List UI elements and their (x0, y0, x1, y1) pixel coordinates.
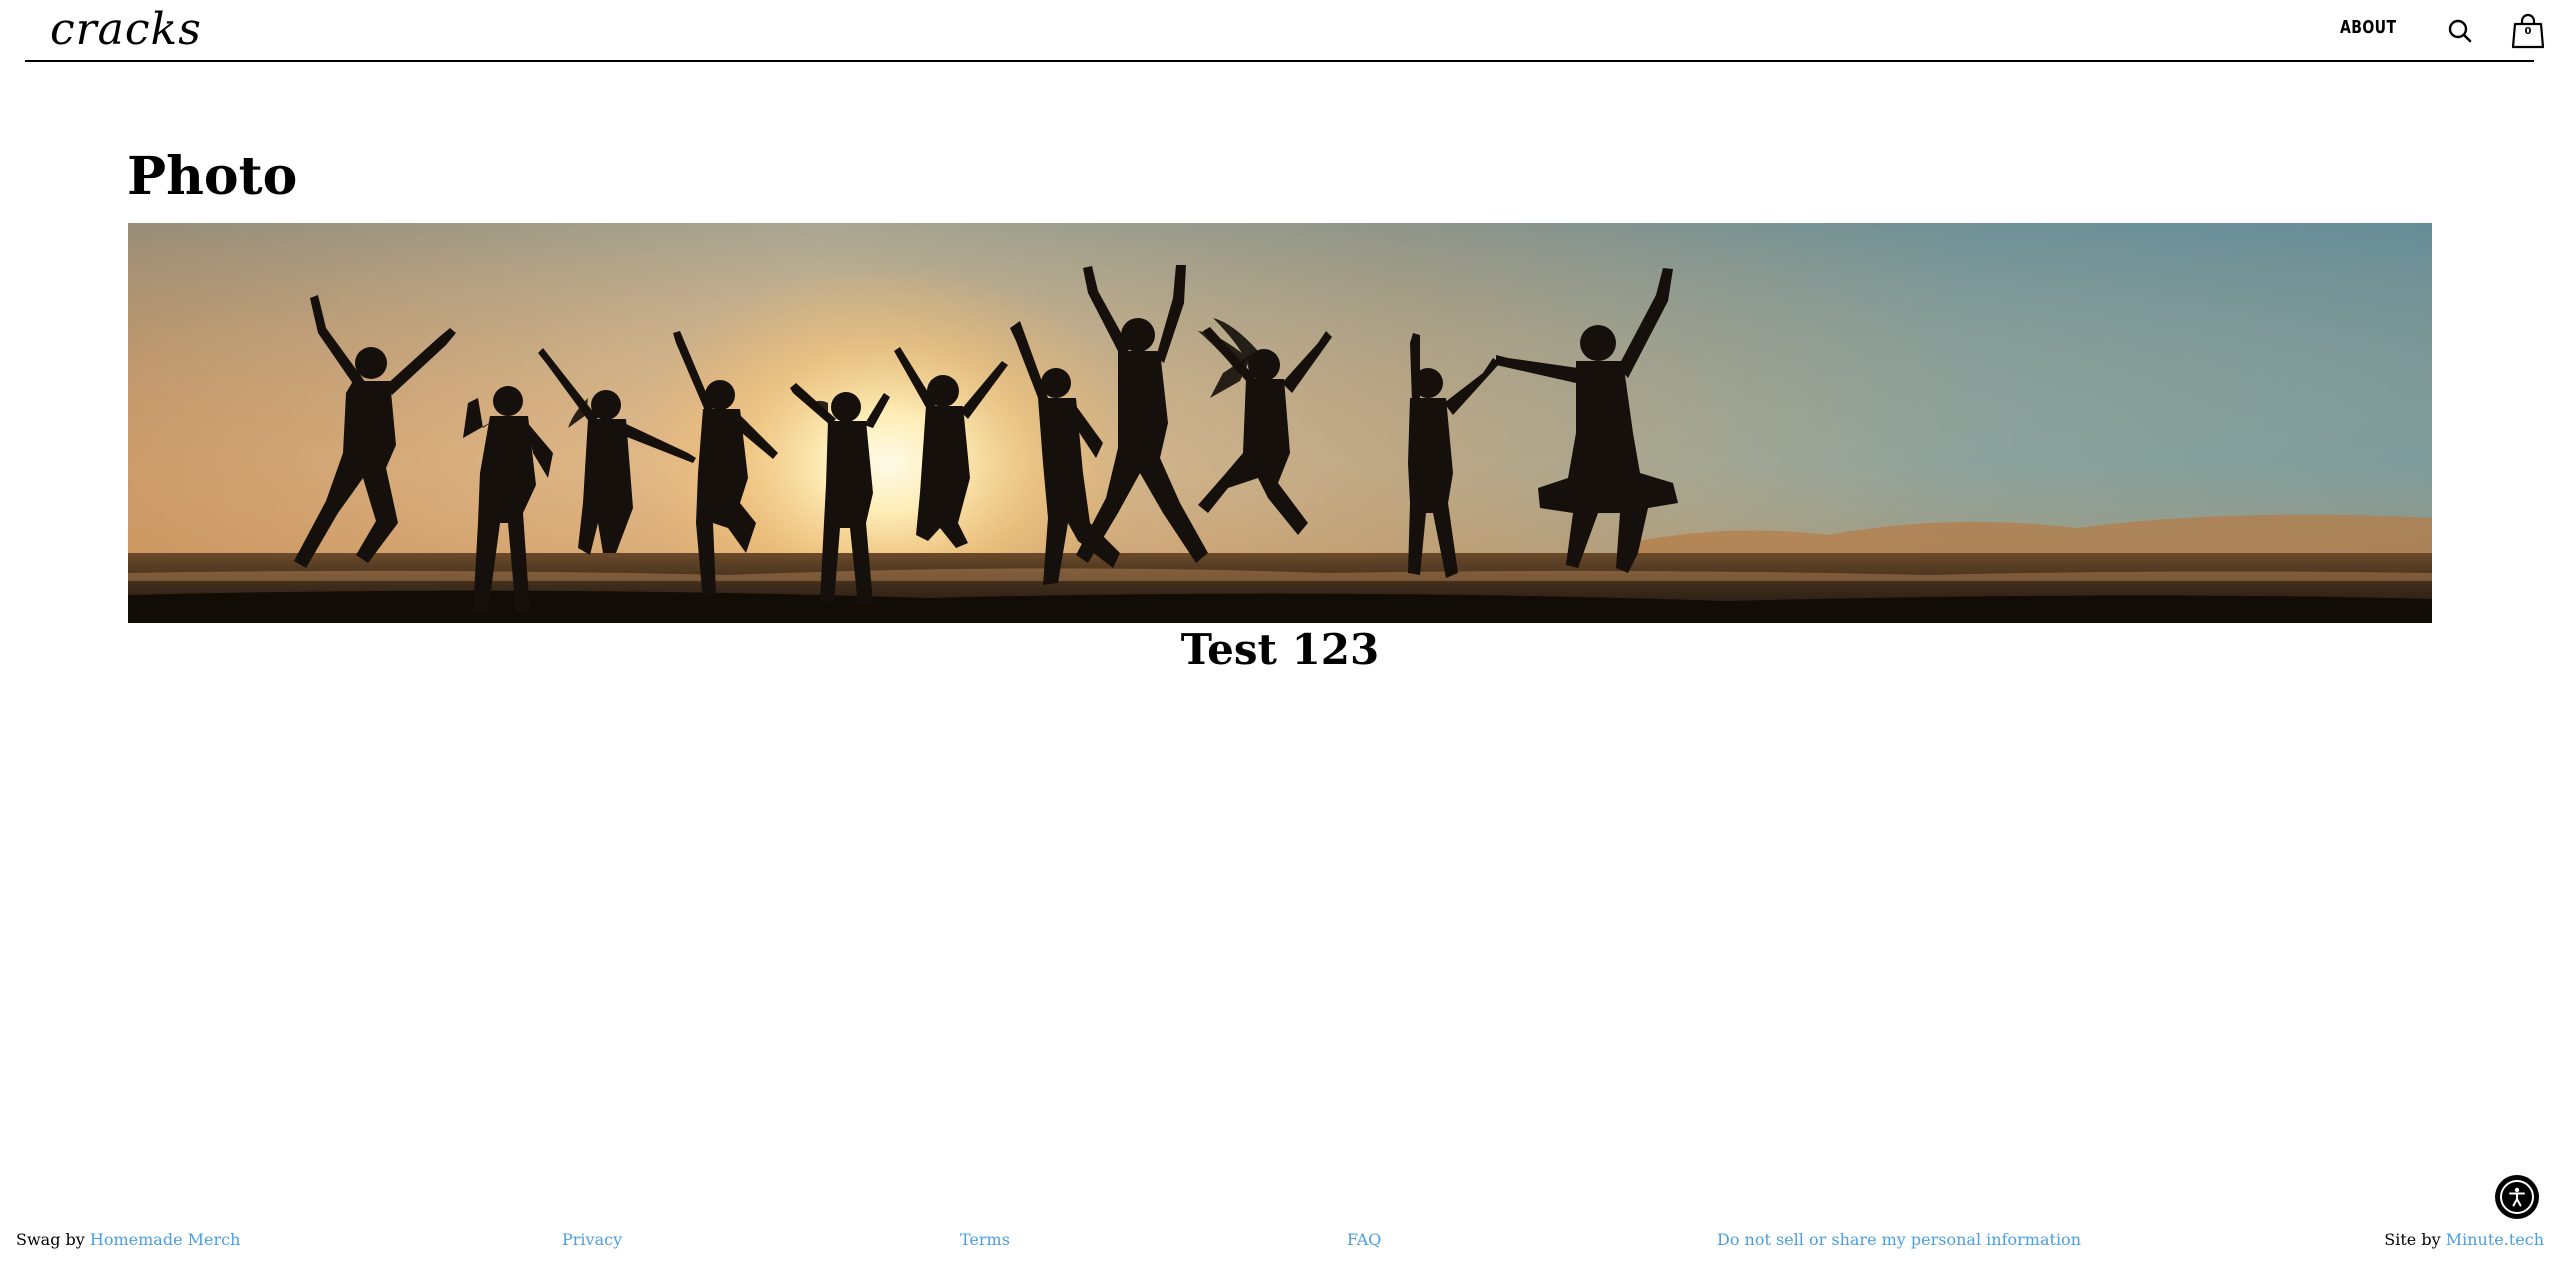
footer-do-not-sell-link[interactable]: Do not sell or share my personal informa… (1717, 1230, 2081, 1249)
footer-terms-link[interactable]: Terms (960, 1230, 1010, 1249)
footer-minute-tech-link[interactable]: Minute.tech (2446, 1230, 2544, 1249)
site-logo[interactable]: cracks (50, 2, 202, 58)
cart-count-badge: 0 (2524, 26, 2532, 37)
nav-about-link[interactable]: ABOUT (2340, 17, 2396, 38)
accessibility-icon (2500, 1180, 2534, 1214)
page-title: Photo (127, 146, 298, 207)
search-icon (2448, 19, 2472, 43)
image-caption: Test 123 (1180, 625, 1380, 674)
footer-privacy-link[interactable]: Privacy (562, 1230, 622, 1249)
footer-site-credit: Site by Minute.tech (2384, 1230, 2544, 1249)
footer-site-prefix: Site by (2384, 1230, 2441, 1249)
search-button[interactable] (2447, 18, 2473, 44)
beach-sunset-photo (128, 223, 2432, 623)
footer-swag-credit: Swag by Homemade Merch (16, 1230, 240, 1249)
site-footer: Swag by Homemade Merch Privacy Terms FAQ… (0, 1226, 2560, 1256)
hero-image (128, 223, 2432, 623)
footer-swag-prefix: Swag by (16, 1230, 85, 1249)
footer-faq-link[interactable]: FAQ (1347, 1230, 1381, 1249)
cart-button[interactable]: 0 (2511, 12, 2545, 50)
site-header: cracks ABOUT 0 (25, 0, 2545, 62)
accessibility-button[interactable] (2495, 1175, 2539, 1219)
footer-homemade-merch-link[interactable]: Homemade Merch (90, 1230, 241, 1249)
